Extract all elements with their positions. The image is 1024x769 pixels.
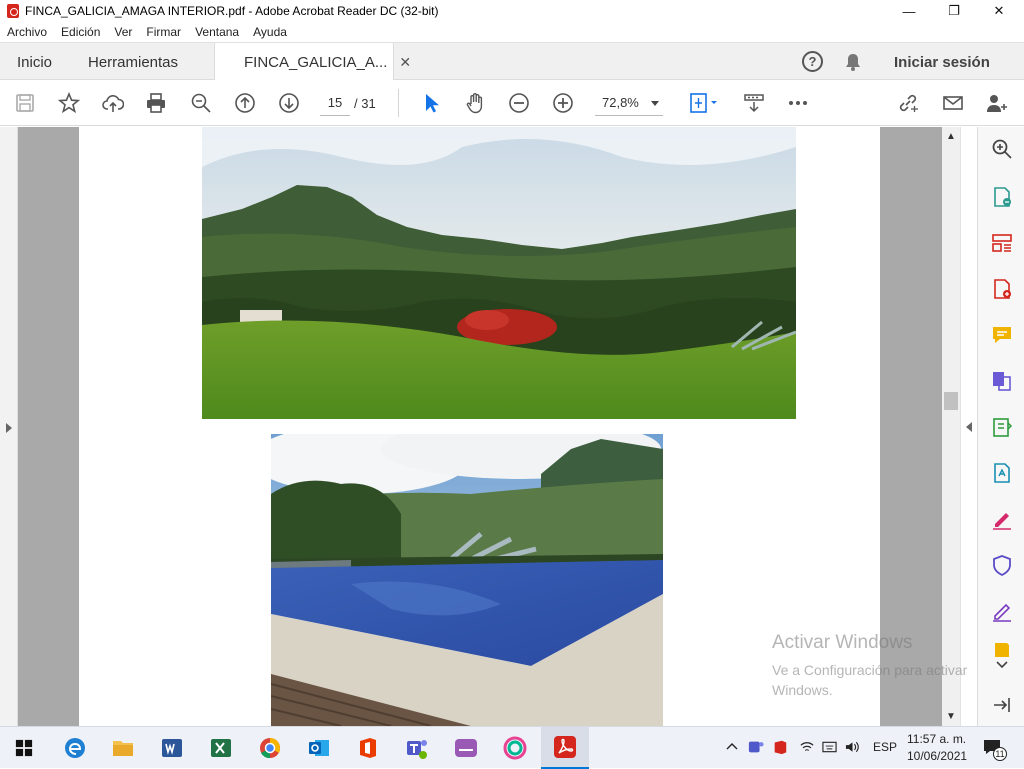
- tab-tools[interactable]: Herramientas: [88, 43, 178, 81]
- bell-icon[interactable]: [845, 53, 861, 71]
- cloud-upload-icon[interactable]: [101, 91, 125, 115]
- page-total: / 31: [354, 95, 376, 111]
- more-options-icon[interactable]: [786, 91, 810, 115]
- windows-start-icon[interactable]: [12, 736, 36, 760]
- page-number-input[interactable]: 15: [320, 90, 350, 116]
- minimize-button[interactable]: —: [886, 0, 932, 22]
- next-page-icon[interactable]: [277, 91, 301, 115]
- keyboard-input-icon[interactable]: [822, 740, 837, 757]
- acrobat-app-icon: [7, 4, 19, 18]
- infinity-pool-photo: [271, 434, 663, 726]
- toolbar-divider: [398, 89, 399, 117]
- close-tab-icon[interactable]: ✕: [399, 54, 411, 71]
- comment-icon[interactable]: [990, 323, 1014, 347]
- email-icon[interactable]: [941, 91, 965, 115]
- page-margin-left: [18, 127, 79, 726]
- hand-tool-icon[interactable]: [463, 91, 487, 115]
- previous-page-icon[interactable]: [233, 91, 257, 115]
- chevron-down-icon: [651, 101, 659, 106]
- menu-ver[interactable]: Ver: [107, 25, 139, 39]
- scroll-down-arrow-icon[interactable]: ▼: [946, 711, 956, 722]
- select-cursor-icon[interactable]: [419, 91, 443, 115]
- zoom-out-search-icon[interactable]: [189, 91, 213, 115]
- zoom-level-value: 72,8%: [602, 95, 639, 110]
- sign-in-button[interactable]: Iniciar sesión: [894, 43, 990, 81]
- print-icon[interactable]: [144, 91, 168, 115]
- clock-date: 10/06/2021: [907, 749, 968, 763]
- office-tray-icon[interactable]: [772, 739, 788, 758]
- compress-pdf-icon[interactable]: [990, 415, 1014, 439]
- chevron-down-icon[interactable]: [990, 657, 1014, 673]
- teams-tray-icon[interactable]: [748, 739, 764, 758]
- menu-bar: Archivo Edición Ver Firmar Ventana Ayuda: [0, 22, 1024, 42]
- clock-time: 11:57 a. m.: [907, 732, 967, 746]
- fit-page-icon[interactable]: [688, 91, 720, 115]
- volume-icon[interactable]: [845, 740, 860, 757]
- office-icon[interactable]: [356, 736, 380, 760]
- wifi-icon[interactable]: [800, 740, 814, 757]
- save-icon[interactable]: [13, 91, 37, 115]
- bookmark-star-icon[interactable]: [57, 91, 81, 115]
- notification-count-badge: 11: [993, 747, 1007, 761]
- watermark-title: Activar Windows: [772, 632, 913, 653]
- tools-pane: [977, 127, 1024, 726]
- zoom-in-icon[interactable]: [551, 91, 575, 115]
- system-clock[interactable]: 11:57 a. m. 10/06/2021: [907, 731, 967, 765]
- window-title: FINCA_GALICIA_AMAGA INTERIOR.pdf - Adobe…: [25, 4, 439, 18]
- show-hidden-icons-chevron-icon[interactable]: [726, 740, 738, 754]
- scroll-mode-icon[interactable]: [742, 91, 766, 115]
- activate-windows-watermark: Activar Windows Ve a Configuración para …: [772, 632, 982, 700]
- help-icon[interactable]: ?: [802, 51, 823, 72]
- chevron-left-icon: [966, 422, 972, 432]
- tab-home[interactable]: Inicio: [17, 43, 52, 81]
- menu-ventana[interactable]: Ventana: [188, 25, 246, 39]
- excel-icon[interactable]: [209, 736, 233, 760]
- toolbar: 15 / 31 72,8%: [0, 80, 1024, 126]
- mountain-landscape-photo: [202, 127, 796, 419]
- tab-bar: Inicio Herramientas FINCA_GALICIA_A... ✕…: [0, 42, 1024, 82]
- menu-ayuda[interactable]: Ayuda: [246, 25, 294, 39]
- teams-icon[interactable]: [405, 736, 429, 760]
- organize-pages-icon[interactable]: [990, 231, 1014, 255]
- scroll-up-arrow-icon[interactable]: ▲: [946, 131, 956, 142]
- chrome-icon[interactable]: [258, 736, 282, 760]
- acrobat-taskbar-icon[interactable]: [541, 727, 589, 769]
- file-explorer-icon[interactable]: [111, 736, 135, 760]
- create-pdf-icon[interactable]: [990, 277, 1014, 301]
- scrollbar-thumb[interactable]: [944, 392, 958, 410]
- photos-icon[interactable]: [503, 736, 527, 760]
- tab-document[interactable]: FINCA_GALICIA_A... ✕: [214, 43, 411, 82]
- fill-sign-icon[interactable]: [990, 507, 1014, 531]
- close-window-button[interactable]: ✕: [976, 0, 1022, 22]
- chevron-right-icon: [6, 423, 12, 433]
- outlook-icon[interactable]: [307, 736, 331, 760]
- menu-archivo[interactable]: Archivo: [0, 25, 54, 39]
- watermark-subtitle: Ve a Configuración para activar Windows.: [772, 662, 968, 698]
- left-pane-toggle[interactable]: [0, 127, 18, 726]
- protect-shield-icon[interactable]: [990, 553, 1014, 577]
- zoom-level-select[interactable]: 72,8%: [595, 90, 663, 116]
- menu-firmar[interactable]: Firmar: [139, 25, 188, 39]
- request-signature-icon[interactable]: [990, 599, 1014, 623]
- word-icon[interactable]: [160, 736, 184, 760]
- collapse-pane-icon[interactable]: [990, 693, 1014, 717]
- language-indicator[interactable]: ESP: [873, 740, 897, 754]
- windows-taskbar: ESP 11:57 a. m. 10/06/2021 11: [0, 726, 1024, 769]
- share-link-icon[interactable]: [896, 91, 920, 115]
- ifood-icon[interactable]: [454, 736, 478, 760]
- maximize-button[interactable]: ❐: [931, 0, 977, 22]
- combine-files-icon[interactable]: [990, 369, 1014, 393]
- export-pdf-icon[interactable]: [990, 185, 1014, 209]
- edit-pdf-icon[interactable]: [990, 461, 1014, 485]
- edge-browser-icon[interactable]: [63, 736, 87, 760]
- search-document-icon[interactable]: [990, 137, 1014, 161]
- add-user-icon[interactable]: [985, 91, 1009, 115]
- tab-document-label: FINCA_GALICIA_A...: [244, 54, 388, 71]
- document-viewport[interactable]: ▲ ▼ Activar Windows Ve a Configuración p…: [0, 127, 977, 726]
- title-bar: FINCA_GALICIA_AMAGA INTERIOR.pdf - Adobe…: [0, 0, 1024, 22]
- zoom-out-icon[interactable]: [507, 91, 531, 115]
- menu-edicion[interactable]: Edición: [54, 25, 107, 39]
